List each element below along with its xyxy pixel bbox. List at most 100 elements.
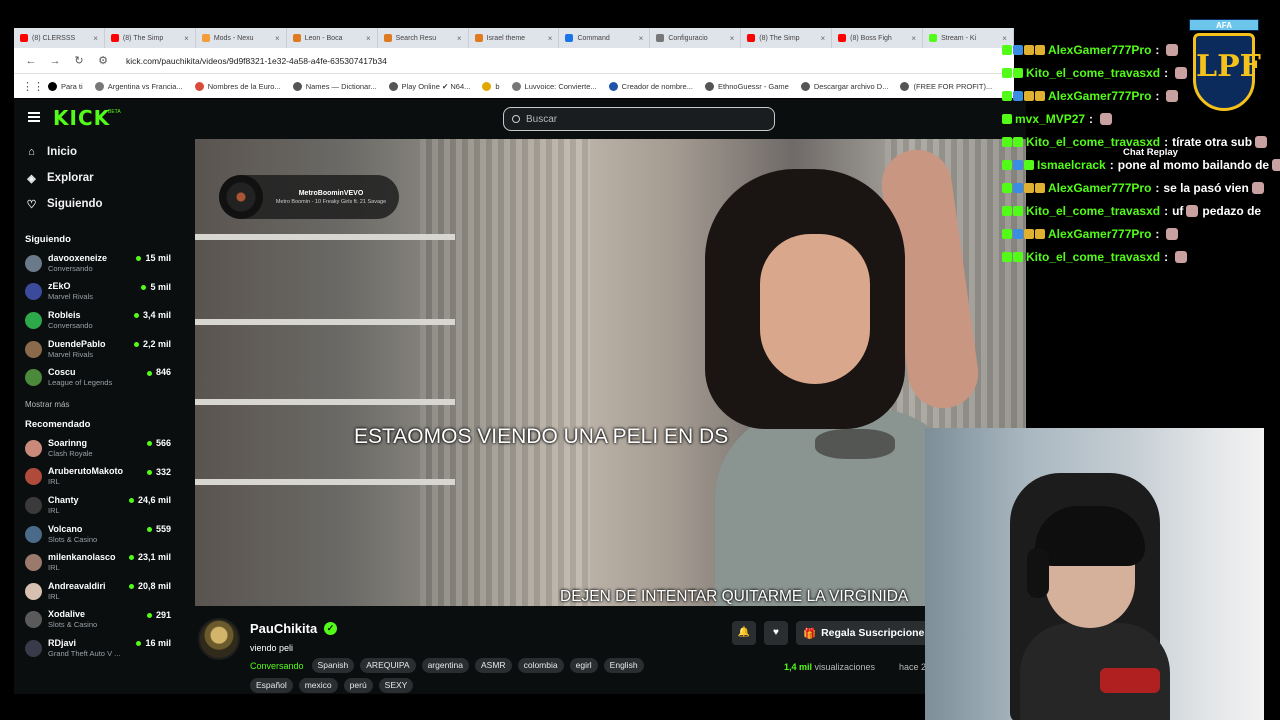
channel-item[interactable]: Coscu League of Legends 846 <box>25 363 174 392</box>
chat-username[interactable]: Kito_el_come_travasxd <box>1026 135 1160 149</box>
chat-badge-icon <box>1013 229 1023 239</box>
tab-close-icon[interactable]: × <box>911 34 916 43</box>
tab-close-icon[interactable]: × <box>639 34 644 43</box>
browser-tab[interactable]: (8) CLERSSS × <box>14 28 105 48</box>
channel-item[interactable]: milenkanolasco IRL 23,1 mil <box>25 548 174 577</box>
video-player[interactable]: MetroBoominVEVO Metro Boomin - 10 Freaky… <box>195 139 1026 606</box>
tab-close-icon[interactable]: × <box>457 34 462 43</box>
channel-item[interactable]: Andreavaldiri IRL 20,8 mil <box>25 577 174 606</box>
channel-name[interactable]: PauChikita <box>250 621 317 636</box>
browser-tab[interactable]: Command × <box>559 28 651 48</box>
forward-arrow-icon[interactable]: → <box>48 55 62 67</box>
channel-item[interactable]: Robleis Conversando 3,4 mil <box>25 306 174 335</box>
tag-chip[interactable]: Spanish <box>311 658 355 673</box>
bookmark-item[interactable]: Luvvoice: Convierte... <box>511 81 597 91</box>
sidebar-item-home[interactable]: ⌂ Inicio <box>25 139 174 165</box>
chat-badge-icon <box>1013 137 1023 147</box>
tag-chip[interactable]: English <box>603 658 644 673</box>
tag-chip[interactable]: Español <box>250 678 293 693</box>
browser-tab[interactable]: Mods - Nexu × <box>196 28 287 48</box>
reload-icon[interactable]: ↻ <box>72 54 86 67</box>
viewer-count: 332 <box>147 467 171 477</box>
tab-close-icon[interactable]: × <box>730 34 735 43</box>
tag-chip[interactable]: AREQUIPA <box>360 658 416 673</box>
viewer-count: 16 mil <box>136 638 171 648</box>
channel-item[interactable]: davooxeneize Conversando 15 mil <box>25 249 174 278</box>
tag-chip[interactable]: SEXY <box>378 678 414 693</box>
back-arrow-icon[interactable]: ← <box>24 55 38 67</box>
tab-close-icon[interactable]: × <box>366 34 371 43</box>
chat-emote-icon <box>1175 251 1188 263</box>
sidebar-item-explore[interactable]: ◈ Explorar <box>25 165 174 191</box>
bookmark-item[interactable]: Nombres de la Euro... <box>194 81 281 91</box>
chat-message: AlexGamer777Pro: <box>1002 40 1179 60</box>
channel-item[interactable]: Volcano Slots & Casino 559 <box>25 520 174 549</box>
tab-close-icon[interactable]: × <box>184 34 189 43</box>
channel-avatar-icon <box>25 283 42 301</box>
channel-item[interactable]: RDjavi Grand Theft Auto V ... 16 mil <box>25 634 174 663</box>
channel-item[interactable]: AruberutoMakoto IRL 332 <box>25 463 174 492</box>
tab-close-icon[interactable]: × <box>820 34 825 43</box>
tag-chip[interactable]: colombia <box>517 658 564 673</box>
chat-username[interactable]: AlexGamer777Pro <box>1048 181 1151 195</box>
gift-subscriptions-button[interactable]: 🎁 Regala Suscripciones <box>796 621 936 645</box>
chat-username[interactable]: Kito_el_come_travasxd <box>1026 250 1160 264</box>
tags-row: Conversando Spanish AREQUIPA argentina ASMR… <box>250 658 644 673</box>
tag-chip[interactable]: egirl <box>569 658 598 673</box>
bookmark-favicon-icon <box>608 81 618 91</box>
channel-item[interactable]: zEkO Marvel Rivals 5 mil <box>25 278 174 307</box>
url-field[interactable]: kick.com/pauchikita/videos/9d9f8321-1e32… <box>126 56 387 66</box>
following-list: davooxeneize Conversando 15 mil zEkO Marvel … <box>25 249 174 392</box>
bookmark-item[interactable]: Play Online ✔ N64... <box>388 81 470 91</box>
channel-avatar[interactable] <box>198 618 240 660</box>
apps-grid-icon[interactable]: ⋮⋮ <box>22 80 44 93</box>
tab-close-icon[interactable]: × <box>93 34 98 43</box>
tab-label: Search Resu <box>395 34 437 42</box>
tag-chip[interactable]: mexico <box>298 678 338 693</box>
category-link[interactable]: Conversando <box>250 661 304 671</box>
hamburger-menu-icon[interactable] <box>28 112 40 122</box>
verified-badge-icon: ✓ <box>324 622 337 635</box>
notification-bell-button[interactable]: 🔔 <box>732 621 756 645</box>
tag-chip[interactable]: ASMR <box>475 658 512 673</box>
browser-tab[interactable]: (8) The Simp × <box>105 28 196 48</box>
chat-username[interactable]: Kito_el_come_travasxd <box>1026 204 1160 218</box>
chat-username[interactable]: mvx_MVP27 <box>1015 112 1085 126</box>
search-input[interactable]: Buscar <box>503 107 775 131</box>
channel-item[interactable]: Chanty IRL 24,6 mil <box>25 491 174 520</box>
browser-tab[interactable]: Leon - Boca × <box>287 28 378 48</box>
bookmark-label: b <box>495 81 500 91</box>
bookmark-item[interactable]: Para ti <box>48 81 83 91</box>
bookmark-item[interactable]: Names — Dictionar... <box>292 81 377 91</box>
channel-item[interactable]: Soarinng Clash Royale 566 <box>25 434 174 463</box>
browser-tab[interactable]: Search Resu × <box>378 28 469 48</box>
bookmark-item[interactable]: b <box>482 81 500 91</box>
chat-message: Kito_el_come_travasxd: <box>1002 247 1188 267</box>
tab-close-icon[interactable]: × <box>548 34 553 43</box>
browser-tab[interactable]: Configuracio × <box>650 28 742 48</box>
kick-logo[interactable]: KICK <box>53 106 110 130</box>
tag-chip[interactable]: argentina <box>421 658 470 673</box>
bookmark-item[interactable]: Descargar archivo D... <box>800 81 888 91</box>
follow-heart-button[interactable]: ♥ <box>764 621 788 645</box>
channel-item[interactable]: Xodalive Slots & Casino 291 <box>25 606 174 635</box>
sidebar-item-following[interactable]: ♡ Siguiendo <box>25 191 174 217</box>
site-settings-icon[interactable]: ⚙ <box>96 54 110 67</box>
bookmark-item[interactable]: (FREE FOR PROFIT)... <box>900 81 992 91</box>
chat-username[interactable]: Ismaelcrack <box>1037 158 1106 172</box>
bookmark-item[interactable]: Creador de nombre... <box>608 81 693 91</box>
tag-chip[interactable]: perú <box>343 678 373 693</box>
browser-tab[interactable]: Israel theme × <box>469 28 560 48</box>
browser-tab[interactable]: (8) Boss Figh × <box>832 28 924 48</box>
bookmark-item[interactable]: Argentina vs Francia... <box>94 81 183 91</box>
show-more-link[interactable]: Mostrar más <box>25 392 174 414</box>
chat-username[interactable]: AlexGamer777Pro <box>1048 227 1151 241</box>
bookmark-item[interactable]: EthnoGuessr - Game <box>704 81 789 91</box>
chat-username[interactable]: AlexGamer777Pro <box>1048 89 1151 103</box>
chat-username[interactable]: Kito_el_come_travasxd <box>1026 66 1160 80</box>
chat-badge-icon <box>1013 68 1023 78</box>
browser-tab[interactable]: (8) The Simp × <box>741 28 833 48</box>
channel-item[interactable]: DuendePablo Marvel Rivals 2,2 mil <box>25 335 174 364</box>
chat-username[interactable]: AlexGamer777Pro <box>1048 43 1151 57</box>
tab-close-icon[interactable]: × <box>275 34 280 43</box>
